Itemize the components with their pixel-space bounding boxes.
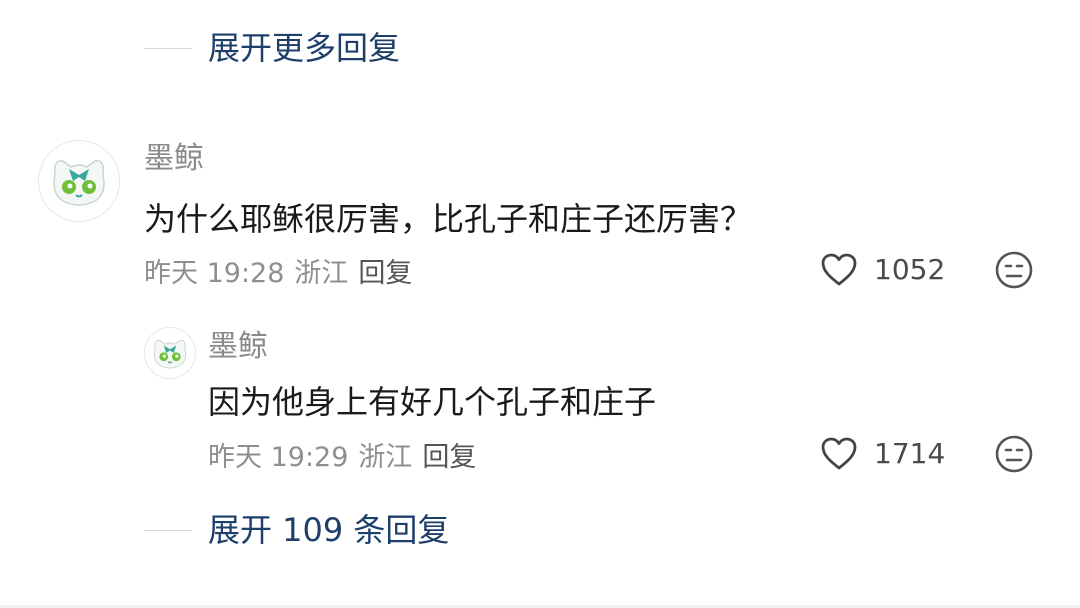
reply-location: 浙江 [358, 441, 413, 473]
comment-time: 昨天 19:28 [144, 257, 285, 289]
comment-reply-button[interactable]: 回复 [358, 251, 412, 290]
reply-avatar[interactable] [144, 327, 196, 379]
reply-username[interactable]: 墨鲸 [208, 328, 268, 366]
meh-face-icon[interactable] [994, 250, 1034, 290]
reply-text: 因为他身上有好几个孔子和庄子 [208, 383, 657, 421]
expand-replies-link[interactable]: 展开 109 条回复 [208, 510, 449, 550]
divider-line [144, 529, 192, 531]
heart-outline-icon [821, 253, 857, 286]
comment-username[interactable]: 墨鲸 [144, 140, 204, 178]
cat-avatar-icon [39, 141, 119, 221]
reply-meta: 昨天 19:29 浙江 回复 [208, 435, 476, 474]
avatar[interactable] [38, 140, 120, 222]
comment-text: 为什么耶稣很厉害，比孔子和庄子还厉害？ [144, 200, 753, 238]
expand-replies-row[interactable]: 展开 109 条回复 [144, 510, 449, 550]
comment-meta: 昨天 19:28 浙江 回复 [144, 251, 412, 290]
reply-time: 昨天 19:29 [208, 441, 349, 473]
expand-more-replies-row[interactable]: 展开更多回复 [144, 28, 400, 68]
comment-like-button[interactable]: 1052 [820, 250, 945, 290]
comment-like-count: 1052 [874, 253, 946, 286]
heart-outline-icon [821, 437, 857, 470]
cat-avatar-icon [145, 328, 195, 378]
expand-more-replies-link[interactable]: 展开更多回复 [208, 28, 400, 68]
reply-like-count: 1714 [874, 437, 946, 470]
comment-location: 浙江 [294, 257, 349, 289]
reply-reply-button[interactable]: 回复 [422, 435, 476, 474]
divider-line [144, 47, 192, 49]
meh-face-icon[interactable] [994, 434, 1034, 474]
reply-like-button[interactable]: 1714 [820, 434, 945, 474]
